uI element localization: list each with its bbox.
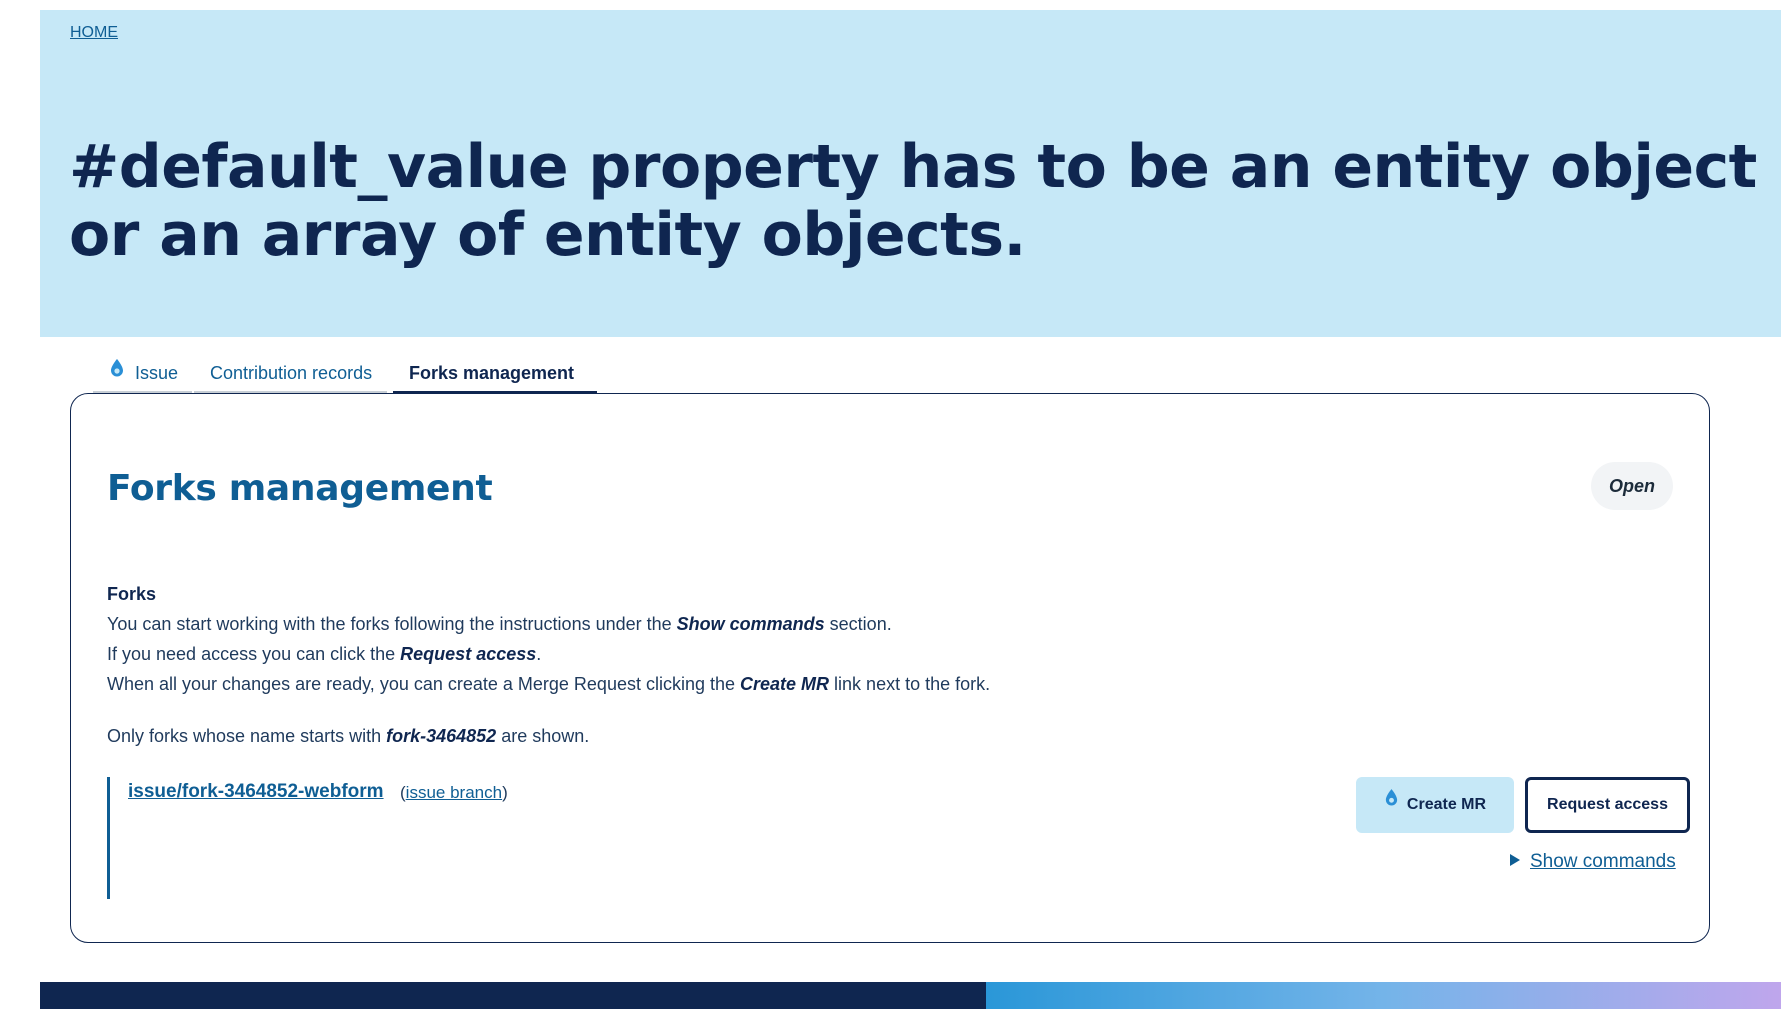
instruction-text: section.: [824, 614, 892, 634]
paren-close: ): [502, 783, 508, 802]
page-title: #default_value property has to be an ent…: [69, 132, 1757, 270]
status-badge: Open: [1590, 462, 1673, 510]
instruction-line-merge: When all your changes are ready, you can…: [107, 674, 990, 695]
tab-contribution-records[interactable]: Contribution records: [194, 356, 387, 394]
show-commands-toggle[interactable]: Show commands: [1510, 851, 1676, 873]
instruction-emphasis: Request access: [400, 644, 537, 664]
issue-branch: (issue branch): [400, 783, 508, 803]
tab-forks-management-label: Forks management: [409, 363, 575, 383]
forks-panel: Forks management Open Forks You can star…: [70, 393, 1710, 943]
instruction-text: link next to the fork.: [829, 674, 991, 694]
drop-icon: [1384, 775, 1399, 831]
instruction-text: are shown.: [496, 726, 590, 746]
instruction-text: If you need access you can click the: [107, 644, 401, 664]
show-commands-label: Show commands: [1530, 851, 1676, 872]
instruction-text: Only forks whose name starts with: [107, 726, 387, 746]
tab-forks-management[interactable]: Forks management: [393, 356, 597, 394]
instruction-text: You can start working with the forks fol…: [107, 614, 677, 634]
create-mr-button[interactable]: Create MR: [1356, 777, 1514, 833]
panel-title: Forks management: [107, 468, 493, 509]
fork-filter-note: Only forks whose name starts with fork-3…: [107, 726, 589, 747]
forks-heading: Forks: [107, 584, 157, 604]
instruction-text: .: [536, 644, 542, 664]
tab-issue[interactable]: Issue: [93, 356, 192, 394]
instruction-emphasis: Create MR: [740, 674, 830, 694]
fork-name-link[interactable]: issue/fork-3464852-webform: [128, 781, 384, 803]
request-access-button[interactable]: Request access: [1525, 777, 1690, 833]
breadcrumb-home-link[interactable]: HOME: [70, 24, 118, 42]
instruction-emphasis: fork-3464852: [386, 726, 497, 746]
page-header: HOME #default_value property has to be a…: [40, 10, 1781, 337]
drop-icon: [109, 355, 125, 389]
create-mr-label: Create MR: [1406, 796, 1487, 813]
tab-issue-label: Issue: [135, 363, 179, 383]
instruction-line-access: If you need access you can click the Req…: [107, 644, 541, 665]
instruction-text: When all your changes are ready, you can…: [107, 674, 741, 694]
footer-bar-dark: [40, 982, 986, 1009]
footer-bar-gradient: [986, 982, 1781, 1009]
instruction-emphasis: Show commands: [676, 614, 825, 634]
issue-branch-link[interactable]: issue branch: [406, 783, 502, 802]
instruction-line-commands: You can start working with the forks fol…: [107, 614, 892, 635]
tab-contribution-records-label: Contribution records: [210, 363, 373, 383]
fork-item: issue/fork-3464852-webform (issue branch…: [107, 777, 1690, 899]
disclosure-triangle-icon: [1510, 854, 1520, 867]
